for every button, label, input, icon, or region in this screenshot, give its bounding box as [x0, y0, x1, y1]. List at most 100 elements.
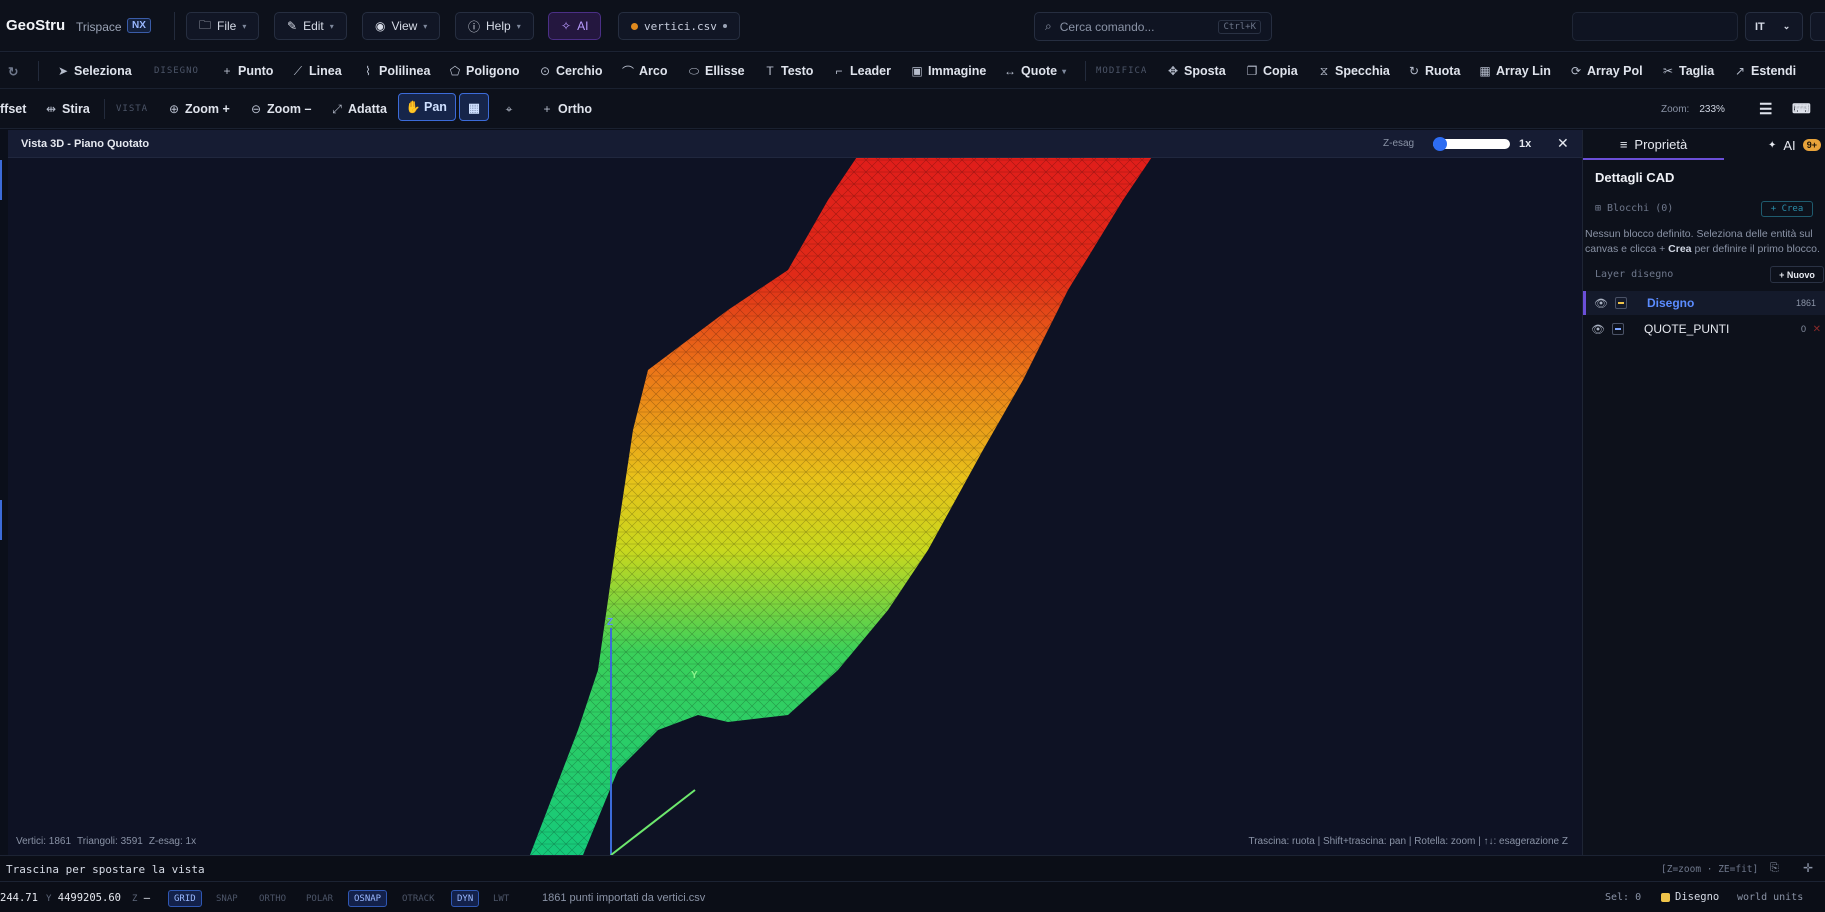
- tool-image[interactable]: ▣ Immagine: [911, 53, 986, 89]
- tool-trim[interactable]: ✂ Taglia: [1662, 53, 1714, 89]
- tool-offset[interactable]: ffset: [0, 91, 26, 127]
- toggle-grid[interactable]: GRID: [168, 890, 202, 907]
- search-icon: ⌕: [1045, 19, 1052, 33]
- folder-icon: 🗀: [199, 17, 212, 32]
- menu-view[interactable]: ◉ View ▾: [362, 12, 441, 40]
- zoom-in-icon: ⊕: [168, 102, 180, 116]
- tool-pan[interactable]: ✋ Pan: [398, 93, 456, 121]
- language-select[interactable]: IT ⌄: [1745, 12, 1803, 41]
- copy-icon: ❐: [1246, 64, 1258, 78]
- eye-icon[interactable]: 👁: [1594, 297, 1608, 310]
- tool-extend[interactable]: ↗ Estendi: [1734, 53, 1796, 89]
- zoom-level: Zoom: 233%: [1661, 91, 1725, 127]
- slider-handle[interactable]: [1433, 137, 1447, 151]
- toggle-snap[interactable]: SNAP: [211, 890, 243, 907]
- create-block-button[interactable]: + Crea: [1761, 201, 1813, 217]
- layer-color-swatch[interactable]: [1612, 323, 1624, 335]
- file-tab[interactable]: vertici.csv: [618, 12, 740, 40]
- file-tab-name: vertici.csv: [644, 19, 717, 33]
- coord-z: Z —: [132, 892, 150, 904]
- empty-field[interactable]: [1572, 12, 1738, 41]
- overflow-button[interactable]: [1810, 12, 1825, 41]
- crosshair-icon[interactable]: ✛: [1803, 861, 1813, 875]
- tool-array-polar[interactable]: ⟳ Array Pol: [1570, 53, 1643, 89]
- toggle-dyn[interactable]: DYN: [451, 890, 480, 907]
- command-search[interactable]: ⌕ Cerca comando... Ctrl+K: [1034, 12, 1272, 41]
- tool-fit[interactable]: ⤢ Adatta: [331, 91, 387, 127]
- current-layer[interactable]: Disegno: [1661, 891, 1719, 903]
- tool-point[interactable]: + Punto: [221, 53, 273, 89]
- tool-line[interactable]: ⟋ Linea: [292, 53, 342, 89]
- tool-move[interactable]: ✥ Sposta: [1167, 53, 1226, 89]
- layer-color-swatch[interactable]: [1615, 297, 1627, 309]
- panel-heading: Dettagli CAD: [1595, 170, 1675, 185]
- z-axis-label: Z: [607, 617, 614, 628]
- menu-file-label: File: [217, 19, 237, 33]
- menu-help[interactable]: ⓘ Help ▾: [455, 12, 534, 40]
- ellipse-icon: ⬭: [688, 63, 700, 78]
- dimension-icon: ↔: [1004, 64, 1016, 78]
- tool-ellipse[interactable]: ⬭ Ellisse: [688, 53, 745, 89]
- tool-leader[interactable]: ⌐ Leader: [833, 53, 891, 89]
- tab-ai[interactable]: ✦ AI 9+: [1768, 130, 1821, 160]
- tool-stretch[interactable]: ⇹ Stira: [45, 91, 90, 127]
- toggle-otrack[interactable]: OTRACK: [397, 890, 440, 907]
- delete-icon[interactable]: ✕: [1813, 324, 1821, 335]
- chevron-down-icon: ▾: [516, 21, 521, 31]
- close-icon[interactable]: ✕: [1557, 135, 1569, 152]
- snap-target[interactable]: ⌖: [503, 91, 515, 127]
- divider: [174, 12, 175, 40]
- tool-copy[interactable]: ❐ Copia: [1246, 53, 1298, 89]
- eye-icon[interactable]: 👁: [1591, 323, 1605, 336]
- tool-arc[interactable]: ⌒ Arco: [622, 53, 667, 89]
- attach-icon[interactable]: ⎘: [1770, 862, 1779, 875]
- tool-array-linear[interactable]: ▦ Array Lin: [1479, 53, 1551, 89]
- ai-button[interactable]: ✧ AI: [548, 12, 602, 40]
- layer-row-disegno[interactable]: 👁 Disegno 1861: [1583, 291, 1825, 315]
- tool-text[interactable]: T Testo: [764, 53, 813, 89]
- section-label: MODIFICA: [1096, 66, 1148, 76]
- stretch-icon: ⇹: [45, 102, 57, 116]
- menu-lines-icon[interactable]: ☰: [1759, 91, 1772, 127]
- app-logo: GeoStru: [6, 17, 66, 34]
- tool-select[interactable]: ➤ Seleziona: [57, 53, 132, 89]
- tool-rotate[interactable]: ↻ Ruota: [1408, 53, 1460, 89]
- menu-edit-label: Edit: [303, 19, 324, 33]
- new-layer-button[interactable]: + Nuovo: [1770, 266, 1824, 283]
- left-edge-marker: [0, 160, 2, 200]
- text-icon: T: [766, 64, 774, 78]
- tool-mirror[interactable]: ⧖ Specchia: [1318, 53, 1390, 89]
- toggle-polar[interactable]: POLAR: [301, 890, 338, 907]
- tool-zoom-out[interactable]: ⊖ Zoom –: [250, 91, 311, 127]
- toggle-osnap[interactable]: OSNAP: [348, 890, 388, 907]
- tool-label: Copia: [1263, 64, 1298, 78]
- layer-count: 1861: [1795, 298, 1816, 308]
- menu-file[interactable]: 🗀 File ▾: [186, 12, 260, 40]
- tool-zoom-in[interactable]: ⊕ Zoom +: [168, 91, 230, 127]
- tool-polyline[interactable]: ⌇ Polilinea: [362, 53, 430, 89]
- menu-edit[interactable]: ✎ Edit ▾: [274, 12, 347, 40]
- command-line[interactable]: Trascina per spostare la vista [Z=zoom ·…: [0, 855, 1825, 881]
- grid-toggle[interactable]: ▦: [459, 93, 489, 121]
- toggle-lwt[interactable]: LWT: [488, 890, 514, 907]
- tab-properties[interactable]: ≡ Proprietà: [1583, 130, 1724, 160]
- toggle-ortho[interactable]: ORTHO: [254, 890, 291, 907]
- polyline-icon: ⌇: [365, 64, 371, 78]
- tool-ortho[interactable]: + Ortho: [541, 91, 592, 127]
- tool-dimensions[interactable]: ↔ Quote ▾: [1004, 53, 1066, 89]
- layer-row-quote-punti[interactable]: 👁 QUOTE_PUNTI 0 ✕: [1583, 317, 1825, 341]
- keyboard-icon[interactable]: ⌨: [1792, 91, 1811, 127]
- eye-icon: ◉: [375, 19, 386, 33]
- tool-label: Immagine: [928, 64, 987, 78]
- tool-label: Arco: [639, 64, 668, 78]
- shortcut-hint: Ctrl+K: [1218, 19, 1261, 34]
- divider: [1085, 61, 1086, 81]
- tool-circle[interactable]: ⊙ Cerchio: [539, 53, 603, 89]
- redo-icon[interactable]: ↻: [8, 53, 18, 89]
- edition-badge: NX: [127, 18, 151, 33]
- tool-polygon[interactable]: ⬠ Poligono: [449, 53, 520, 89]
- viewport-3d[interactable]: Z Y: [8, 130, 1582, 855]
- blocks-icon: ⊞: [1595, 203, 1602, 214]
- triangle-count: Triangoli: 3591: [77, 836, 143, 847]
- expand-icon: ⤢: [332, 101, 342, 116]
